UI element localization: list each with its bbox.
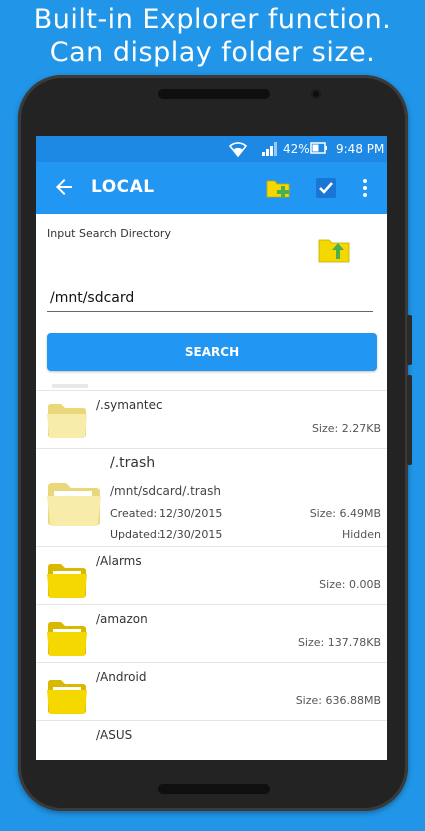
folder-name: /Android: [96, 670, 147, 684]
wifi-icon: [229, 142, 247, 157]
folder-name: /ASUS: [96, 728, 133, 742]
search-panel: Input Search Directory SEARCH: [36, 214, 387, 384]
bottom-speaker: [158, 784, 270, 794]
list-item[interactable]: /Alarms Size: 0.00B: [36, 546, 387, 605]
created-date: 12/30/2015: [159, 507, 223, 520]
updated-label: Updated:: [110, 528, 161, 541]
folder-size: Size: 2.27KB: [311, 422, 381, 435]
search-button[interactable]: SEARCH: [47, 333, 377, 371]
list-item[interactable]: /amazon Size: 137.78KB: [36, 604, 387, 663]
folder-path: /mnt/sdcard/.trash: [110, 484, 221, 498]
list-item[interactable]: /.symantec Size: 2.27KB: [36, 390, 387, 449]
folder-name: /Alarms: [96, 554, 142, 568]
power-button: [407, 315, 412, 365]
folder-size: Size: 636.88MB: [295, 694, 381, 707]
folder-size: Size: 137.78KB: [297, 636, 381, 649]
new-folder-icon[interactable]: [266, 175, 292, 201]
volume-button: [407, 375, 412, 465]
hidden-attribute: Hidden: [341, 528, 381, 541]
folder-list: /.symantec Size: 2.27KB /.trash /mnt/sdc…: [36, 384, 387, 760]
folder-up-icon[interactable]: [318, 235, 350, 263]
folder-size: Size: 6.49MB: [309, 507, 381, 520]
folder-name: /amazon: [96, 612, 148, 626]
app-screen: 42% 9:48 PM LOCAL Input Search Directory…: [36, 136, 387, 760]
battery-icon: [310, 142, 327, 154]
cell-signal-icon: [262, 142, 277, 156]
folder-size: Size: 0.00B: [319, 578, 381, 591]
folder-icon: [47, 622, 87, 656]
folder-name: /.trash: [110, 455, 156, 471]
folder-icon: [47, 564, 87, 598]
arrow-left-icon[interactable]: [52, 175, 76, 199]
created-label: Created:: [110, 507, 158, 520]
battery-percent: 42%: [283, 142, 310, 156]
earpiece-speaker: [158, 89, 270, 99]
clock: 9:48 PM: [336, 142, 385, 156]
list-item[interactable]: /Android Size: 636.88MB: [36, 662, 387, 721]
search-directory-label: Input Search Directory: [47, 227, 171, 240]
folder-icon: [47, 680, 87, 714]
updated-date: 12/30/2015: [159, 528, 223, 541]
front-camera: [311, 89, 321, 99]
folder-icon: [47, 404, 87, 438]
list-item[interactable]: /.trash /mnt/sdcard/.trash Created: 12/3…: [36, 448, 387, 547]
folder-icon: [52, 384, 88, 388]
app-bar-title: LOCAL: [91, 177, 155, 197]
app-bar: LOCAL: [36, 162, 387, 214]
list-item[interactable]: /ASUS: [36, 720, 387, 760]
checkbox-icon[interactable]: [313, 175, 339, 201]
directory-input[interactable]: [47, 284, 373, 312]
status-bar: 42% 9:48 PM: [36, 136, 387, 162]
more-vert-icon[interactable]: [352, 175, 378, 201]
folder-icon: [47, 483, 101, 526]
promo-headline-line1: Built-in Explorer function.: [33, 4, 392, 35]
promo-headline-line2: Can display folder size.: [49, 37, 376, 68]
folder-name: /.symantec: [96, 398, 163, 412]
